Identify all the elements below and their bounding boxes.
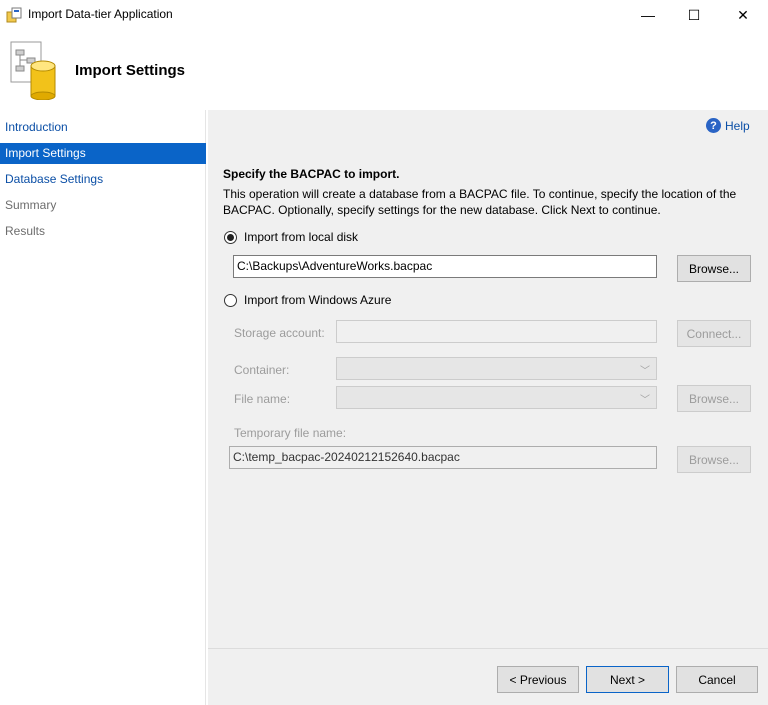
page-title: Import Settings — [75, 62, 186, 79]
temp-file-input[interactable]: C:\temp_bacpac-20240212152640.bacpac — [229, 446, 657, 469]
container-dropdown[interactable]: ﹀ — [336, 357, 657, 380]
local-disk-radio-label: Import from local disk — [244, 230, 359, 244]
chevron-down-icon: ﹀ — [640, 395, 650, 406]
azure-browse-button[interactable]: Browse... — [677, 385, 751, 412]
file-name-label: File name: — [234, 392, 291, 406]
wizard-header: Import Settings — [0, 30, 768, 110]
minimize-icon: — — [641, 7, 655, 23]
previous-button[interactable]: < Previous — [497, 666, 579, 693]
help-link[interactable]: ? Help — [706, 118, 750, 133]
temp-file-label: Temporary file name: — [234, 426, 347, 440]
cancel-button[interactable]: Cancel — [676, 666, 758, 693]
close-icon: ✕ — [737, 6, 749, 23]
azure-radio[interactable] — [224, 293, 237, 307]
local-disk-radio[interactable] — [224, 230, 237, 244]
nav-item-results: Results — [5, 224, 46, 238]
nav-item-introduction[interactable]: Introduction — [0, 117, 206, 138]
minimize-button[interactable]: — — [625, 0, 671, 30]
maximize-button[interactable]: ☐ — [671, 0, 717, 30]
nav-item-summary: Summary — [5, 198, 57, 212]
local-path-input[interactable]: C:\Backups\AdventureWorks.bacpac — [233, 255, 657, 278]
wizard-footer: < Previous Next > Cancel — [208, 648, 768, 705]
maximize-icon: ☐ — [687, 6, 701, 23]
storage-account-label: Storage account: — [234, 326, 325, 340]
container-label: Container: — [234, 363, 290, 377]
chevron-down-icon: ﹀ — [640, 366, 650, 377]
storage-account-input[interactable] — [336, 320, 657, 343]
help-label: Help — [725, 118, 750, 133]
azure-radio-label: Import from Windows Azure — [244, 293, 392, 307]
connect-button[interactable]: Connect... — [677, 320, 751, 347]
close-button[interactable]: ✕ — [720, 0, 766, 30]
nav-item-database-settings[interactable]: Database Settings — [0, 169, 206, 190]
local-disk-radio-row[interactable]: Import from local disk — [224, 230, 358, 244]
help-icon: ? — [706, 118, 721, 133]
file-name-dropdown[interactable]: ﹀ — [336, 386, 657, 409]
title-bar: Import Data-tier Application — ☐ ✕ — [0, 0, 768, 30]
azure-radio-row[interactable]: Import from Windows Azure — [224, 293, 391, 307]
next-button[interactable]: Next > — [586, 666, 669, 693]
nav-item-import-settings[interactable]: Import Settings — [0, 143, 206, 164]
window-title: Import Data-tier Application — [28, 7, 173, 21]
app-icon — [6, 7, 22, 23]
temp-browse-button[interactable]: Browse... — [677, 446, 751, 473]
section-title: Specify the BACPAC to import. — [223, 167, 400, 181]
import-settings-panel: ? Help Specify the BACPAC to import. Thi… — [208, 110, 768, 648]
section-description: This operation will create a database fr… — [223, 187, 737, 217]
database-document-icon — [10, 41, 56, 100]
local-browse-button[interactable]: Browse... — [677, 255, 751, 282]
wizard-steps-nav: Introduction Import Settings Database Se… — [0, 110, 206, 705]
